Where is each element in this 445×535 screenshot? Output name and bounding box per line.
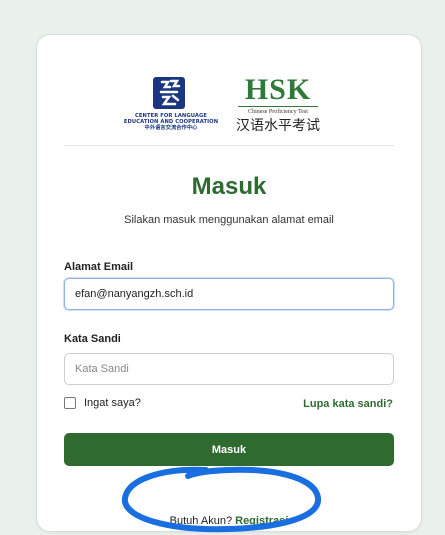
password-field[interactable]	[64, 353, 394, 385]
page-title: Masuk	[191, 173, 267, 200]
header-divider	[64, 145, 394, 146]
hsk-logo-title: HSK	[244, 73, 312, 106]
remember-label: Ingat saya?	[84, 397, 141, 409]
login-button[interactable]: Masuk	[64, 433, 394, 466]
page-subtitle: Silakan masuk menggunakan alamat email	[124, 214, 334, 226]
clec-logo-text: CENTER FOR LANGUAGE EDUCATION AND COOPER…	[121, 113, 221, 131]
logo-row: CENTER FOR LANGUAGE EDUCATION AND COOPER…	[121, 75, 361, 143]
clec-logo-icon	[153, 77, 185, 109]
register-row: Butuh Akun? Registrasi	[37, 515, 421, 527]
hsk-logo-chinese: 汉语水平考试	[236, 118, 320, 134]
forgot-password-link[interactable]: Lupa kata sandi?	[303, 398, 393, 410]
page-background: CENTER FOR LANGUAGE EDUCATION AND COOPER…	[0, 0, 445, 535]
register-link[interactable]: Registrasi	[235, 515, 288, 527]
clec-logo: CENTER FOR LANGUAGE EDUCATION AND COOPER…	[121, 75, 221, 135]
remember-me[interactable]: Ingat saya?	[64, 397, 141, 409]
checkbox-icon[interactable]	[64, 397, 76, 409]
password-label: Kata Sandi	[64, 333, 121, 345]
email-field[interactable]	[64, 278, 394, 310]
hsk-logo-subtitle: Chinese Proficiency Test	[248, 109, 308, 115]
email-label: Alamat Email	[64, 261, 134, 273]
register-prompt: Butuh Akun?	[169, 515, 233, 527]
hsk-logo-rule	[238, 106, 318, 107]
clec-text-line-3: 中外语言交流合作中心	[144, 125, 198, 131]
login-card: CENTER FOR LANGUAGE EDUCATION AND COOPER…	[36, 34, 422, 532]
hsk-logo: HSK Chinese Proficiency Test 汉语水平考试	[233, 75, 323, 143]
